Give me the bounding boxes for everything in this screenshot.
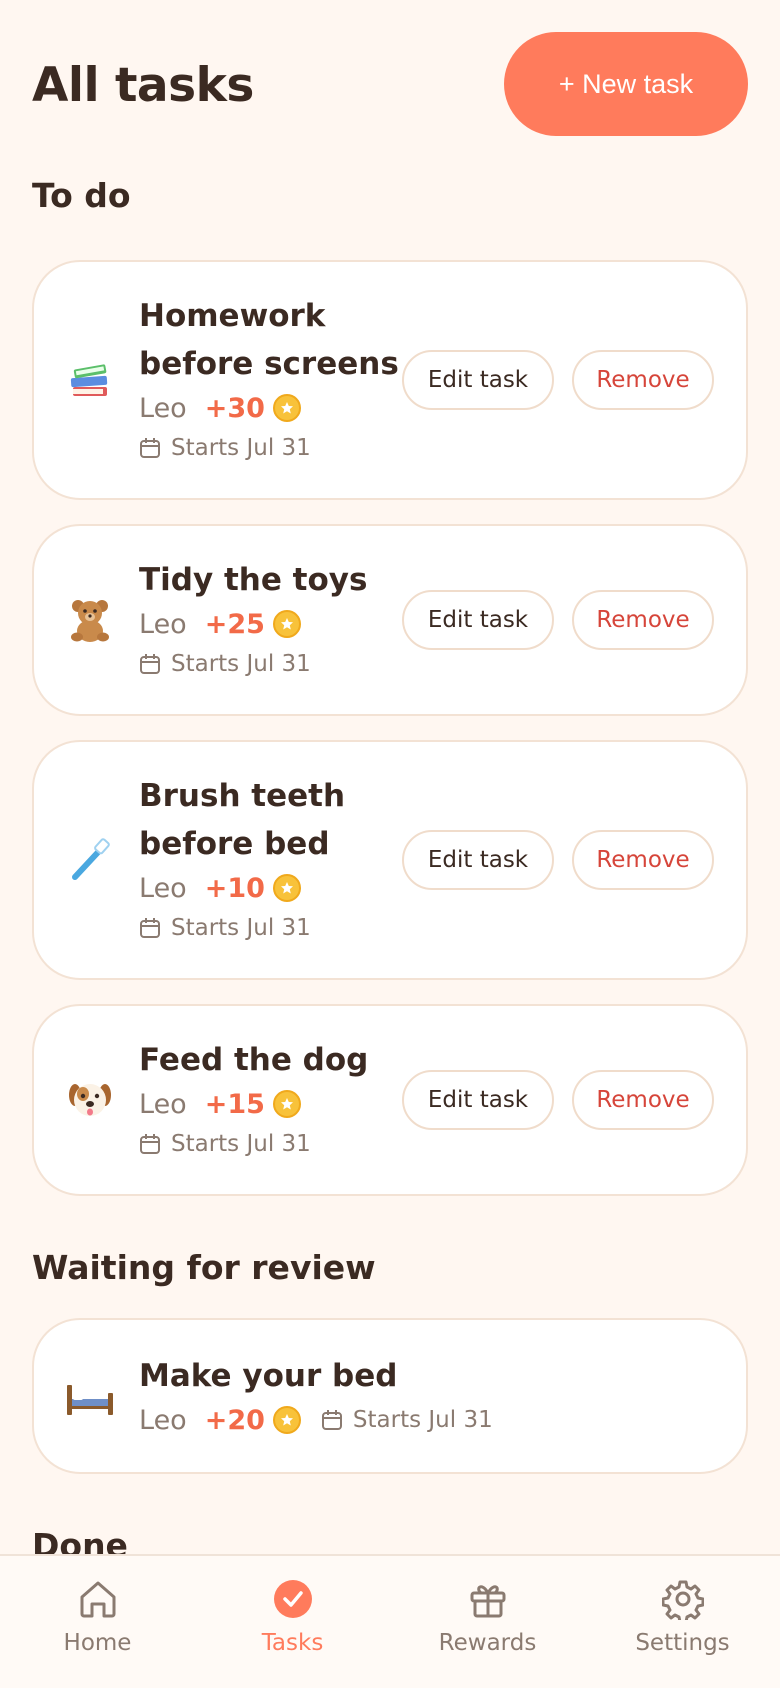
remove-task-button[interactable]: Remove <box>572 350 714 410</box>
task-title: Feed the dog <box>139 1042 369 1078</box>
points-value: +15 <box>204 1088 265 1120</box>
new-task-button[interactable]: + New task <box>504 32 748 136</box>
task-date: Starts Jul 31 <box>321 1407 493 1433</box>
task-date: Starts Jul 31 <box>139 908 406 948</box>
kid-name: Leo <box>139 608 187 640</box>
edit-task-button[interactable]: Edit task <box>402 830 554 890</box>
coin-icon <box>272 610 301 638</box>
start-date: Starts Jul 31 <box>171 1131 311 1157</box>
coin-icon <box>272 874 301 902</box>
page-title: All tasks <box>32 58 254 113</box>
nav-label: Tasks <box>261 1630 324 1656</box>
calendar-icon <box>321 1410 342 1430</box>
task-meta: Leo +10 <box>139 868 406 908</box>
task-card: Brush teeth before bed Leo +10 Starts Ju… <box>32 740 748 980</box>
toothbrush-icon <box>64 834 116 886</box>
calendar-icon <box>140 1134 160 1154</box>
points-value: +20 <box>204 1404 265 1436</box>
task-title: Brush teeth <box>139 778 346 814</box>
coin-icon <box>272 1090 301 1118</box>
task-body: Make your bed Leo +20 Starts Jul 31 <box>139 1352 706 1440</box>
bed-icon <box>64 1370 116 1422</box>
task-body: Brush teeth before bed Leo +10 Starts Ju… <box>139 772 406 948</box>
task-body: Homework before screens Leo +30 Starts J… <box>139 292 406 468</box>
kid-name: Leo <box>139 392 187 424</box>
check-circle-icon <box>270 1576 316 1622</box>
nav-item-tasks[interactable]: Tasks <box>195 1556 390 1688</box>
nav-item-rewards[interactable]: Rewards <box>390 1556 585 1688</box>
remove-task-button[interactable]: Remove <box>572 590 714 650</box>
start-date: Starts Jul 31 <box>171 651 311 677</box>
task-date: Starts Jul 31 <box>139 644 406 684</box>
bottom-nav: Home Tasks Rewards Settings <box>0 1554 780 1688</box>
edit-task-button[interactable]: Edit task <box>402 350 554 410</box>
task-meta: Leo +20 Starts Jul 31 <box>139 1400 706 1440</box>
nav-item-settings[interactable]: Settings <box>585 1556 780 1688</box>
task-card: Feed the dog Leo +15 Starts Jul 31 Edit … <box>32 1004 748 1196</box>
nav-label: Home <box>63 1630 132 1656</box>
start-date: Starts Jul 31 <box>171 915 311 941</box>
dog-face-icon <box>64 1074 116 1126</box>
teddy-bear-icon <box>64 594 116 646</box>
tasks-page: All tasks + New task To do Homework befo… <box>0 0 780 1688</box>
edit-task-button[interactable]: Edit task <box>402 1070 554 1130</box>
task-date: Starts Jul 31 <box>139 428 406 468</box>
coin-icon <box>272 1406 301 1434</box>
calendar-icon <box>140 918 160 938</box>
points-value: +10 <box>204 872 265 904</box>
task-meta: Leo +15 <box>139 1084 406 1124</box>
points-value: +25 <box>204 608 265 640</box>
points-value: +30 <box>204 392 265 424</box>
kid-name: Leo <box>139 872 187 904</box>
start-date: Starts Jul 31 <box>171 435 311 461</box>
header: All tasks + New task <box>32 32 748 136</box>
coin-icon <box>272 394 301 422</box>
section-title-review: Waiting for review <box>32 1248 376 1287</box>
task-meta: Leo +30 <box>139 388 406 428</box>
task-title-line2: before bed <box>139 826 330 862</box>
task-title: Tidy the toys <box>139 562 368 598</box>
section-title-todo: To do <box>32 176 131 215</box>
edit-task-button[interactable]: Edit task <box>402 590 554 650</box>
task-date: Starts Jul 31 <box>139 1124 406 1164</box>
gift-icon <box>465 1576 511 1622</box>
task-title: Homework <box>139 298 326 334</box>
review-task-card: Make your bed Leo +20 Starts Jul 31 <box>32 1318 748 1474</box>
task-card: Homework before screens Leo +30 Starts J… <box>32 260 748 500</box>
remove-task-button[interactable]: Remove <box>572 1070 714 1130</box>
nav-label: Rewards <box>438 1630 537 1656</box>
task-body: Feed the dog Leo +15 Starts Jul 31 <box>139 1036 406 1164</box>
kid-name: Leo <box>139 1088 187 1120</box>
kid-name: Leo <box>139 1404 187 1436</box>
task-meta: Leo +25 <box>139 604 406 644</box>
start-date: Starts Jul 31 <box>352 1407 493 1433</box>
task-title-line2: before screens <box>139 346 399 382</box>
books-icon <box>64 354 116 406</box>
calendar-icon <box>140 438 160 458</box>
nav-label: Settings <box>635 1630 730 1656</box>
nav-item-home[interactable]: Home <box>0 1556 195 1688</box>
calendar-icon <box>140 654 160 674</box>
remove-task-button[interactable]: Remove <box>572 830 714 890</box>
task-card: Tidy the toys Leo +25 Starts Jul 31 Edit… <box>32 524 748 716</box>
home-icon <box>75 1576 121 1622</box>
task-body: Tidy the toys Leo +25 Starts Jul 31 <box>139 556 406 684</box>
gear-icon <box>660 1576 706 1622</box>
task-title: Make your bed <box>139 1358 398 1394</box>
